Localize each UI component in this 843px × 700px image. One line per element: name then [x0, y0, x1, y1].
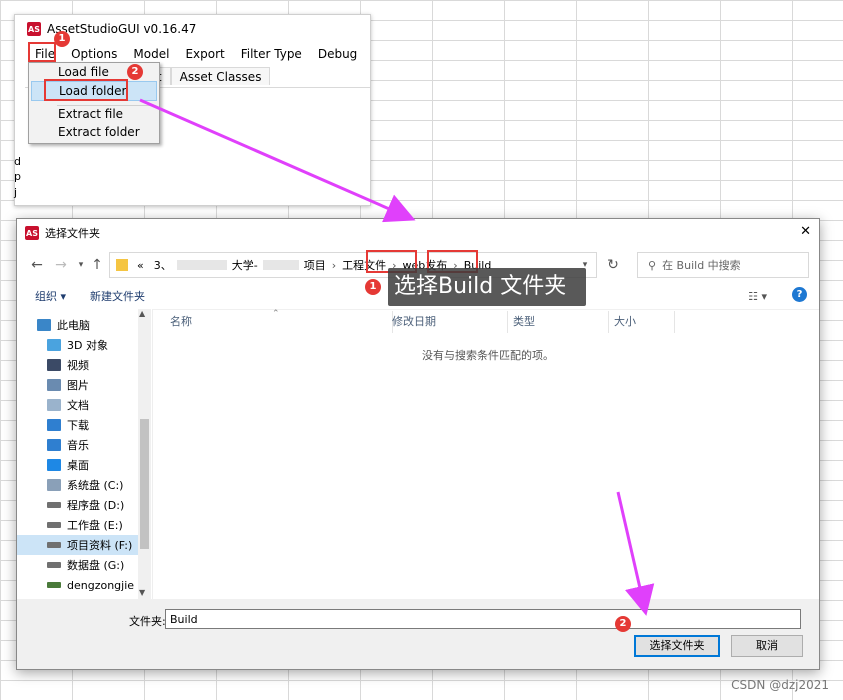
watermark: CSDN @dzj2021	[731, 678, 829, 692]
annotation-arrows	[139, 98, 655, 616]
arrow-to-select-button	[616, 491, 655, 616]
arrow-to-dialog	[139, 98, 416, 223]
